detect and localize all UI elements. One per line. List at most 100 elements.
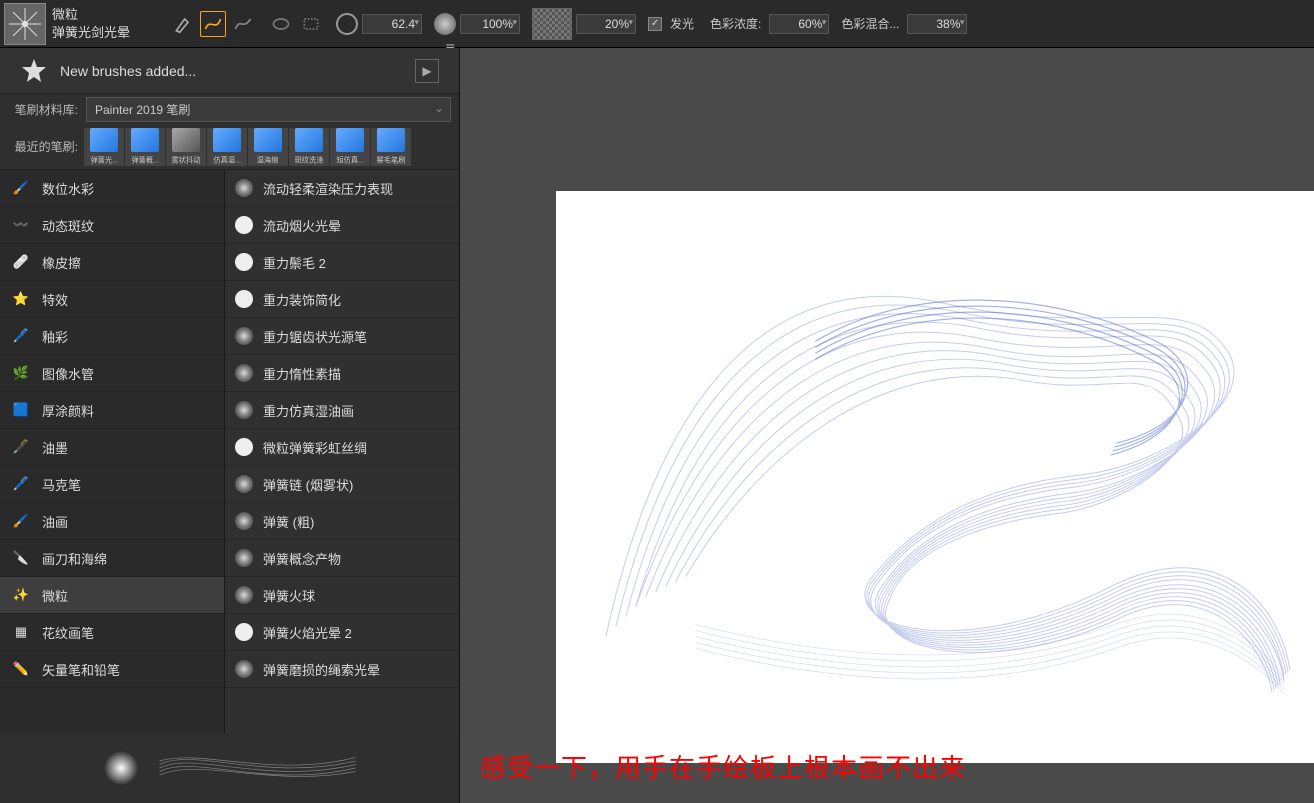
- grain-value-input[interactable]: 20%: [576, 14, 636, 34]
- brush-item[interactable]: 弹簧链 (烟雾状): [225, 466, 459, 503]
- rect-tool-icon[interactable]: [298, 11, 324, 37]
- category-label: 数位水彩: [42, 179, 94, 198]
- grain-texture-icon[interactable]: [532, 8, 572, 40]
- opacity-group: 100%: [434, 13, 520, 35]
- brush-dab-icon: [235, 475, 253, 493]
- recent-brush-thumb[interactable]: 短仿真...: [330, 128, 370, 166]
- color-intensity-input[interactable]: 60%: [769, 14, 829, 34]
- category-item[interactable]: 🖊️釉彩: [0, 318, 224, 355]
- category-label: 矢量笔和铅笔: [42, 660, 120, 679]
- glow-group: ✓ 发光: [648, 15, 698, 32]
- recent-brush-thumb[interactable]: 仿真湿...: [207, 128, 247, 166]
- brush-item[interactable]: 重力鬃毛 2: [225, 244, 459, 281]
- brush-label: 微粒弹簧彩虹丝绸: [263, 438, 367, 457]
- canvas-area: 感受一下，用手在手绘板上根本画不出来: [460, 48, 1314, 803]
- brush-item[interactable]: 弹簧 (粗): [225, 503, 459, 540]
- recent-brush-thumb[interactable]: 鬃毛笔刷: [371, 128, 411, 166]
- recent-brush-thumb[interactable]: 斑纹洗涤: [289, 128, 329, 166]
- category-label: 釉彩: [42, 327, 68, 346]
- panel-header: New brushes added... ▶: [0, 48, 459, 94]
- brush-label: 弹簧火球: [263, 586, 315, 605]
- category-item[interactable]: ✏️矢量笔和铅笔: [0, 651, 224, 688]
- color-intensity-group: 色彩浓度: 60%: [710, 14, 829, 34]
- brush-item[interactable]: 重力锯齿状光源笔: [225, 318, 459, 355]
- brush-item[interactable]: 重力仿真湿油画: [225, 392, 459, 429]
- brush-dab-icon: [235, 290, 253, 308]
- color-blend-input[interactable]: 38%: [907, 14, 967, 34]
- brush-dab-icon: [235, 623, 253, 641]
- size-group: 62.4: [336, 13, 422, 35]
- dab-mode-group: [170, 11, 256, 37]
- recent-brush-thumb[interactable]: 弹簧光...: [84, 128, 124, 166]
- top-toolbar: 微粒 弹簧光剑光晕 62.4 100% 20% ✓ 发光 色彩浓度: 60% 色…: [0, 0, 1314, 48]
- canvas[interactable]: [556, 191, 1314, 763]
- category-icon: 🖋️: [10, 436, 32, 458]
- library-select[interactable]: Painter 2019 笔刷: [86, 97, 451, 122]
- brush-label: 重力仿真湿油画: [263, 401, 354, 420]
- category-item[interactable]: 🔪画刀和海绵: [0, 540, 224, 577]
- stroke-freehand-icon[interactable]: [200, 11, 226, 37]
- category-icon: ⭐: [10, 288, 32, 310]
- brush-label: 流动轻柔渲染压力表现: [263, 179, 393, 198]
- color-blend-label: 色彩混合...: [841, 15, 899, 32]
- recent-brush-thumb[interactable]: 湿海绵: [248, 128, 288, 166]
- brush-list[interactable]: 流动轻柔渲染压力表现流动烟火光晕重力鬃毛 2 重力装饰简化重力锯齿状光源笔重力惰性…: [225, 170, 459, 733]
- stroke-line-icon[interactable]: [230, 11, 256, 37]
- brush-item[interactable]: 微粒弹簧彩虹丝绸: [225, 429, 459, 466]
- category-label: 图像水管: [42, 364, 94, 383]
- brush-dab-icon: [235, 364, 253, 382]
- category-item[interactable]: ⭐ 特效: [0, 281, 224, 318]
- category-icon: ✨: [10, 584, 32, 606]
- glow-label: 发光: [670, 15, 694, 32]
- category-item[interactable]: 🖌️油画: [0, 503, 224, 540]
- category-icon: 🖊️: [10, 473, 32, 495]
- color-blend-group: 色彩混合... 38%: [841, 14, 967, 34]
- category-label: 微粒: [42, 586, 68, 605]
- size-value-input[interactable]: 62.4: [362, 14, 422, 34]
- brush-item[interactable]: 弹簧火焰光晕 2: [225, 614, 459, 651]
- play-button[interactable]: ▶: [415, 59, 439, 83]
- size-outer-icon[interactable]: [336, 13, 358, 35]
- glow-checkbox[interactable]: ✓: [648, 17, 662, 31]
- dab-brush-icon[interactable]: [170, 11, 196, 37]
- recent-brush-thumb[interactable]: 弹簧概...: [125, 128, 165, 166]
- shape-group: [268, 11, 324, 37]
- brush-preview-thumb[interactable]: [4, 3, 46, 45]
- category-label: 油画: [42, 512, 68, 531]
- category-item[interactable]: 🌿图像水管: [0, 355, 224, 392]
- brush-item[interactable]: 弹簧概念产物: [225, 540, 459, 577]
- library-row: 笔刷材料库: Painter 2019 笔刷: [0, 94, 459, 124]
- brush-dab-icon: [235, 586, 253, 604]
- category-item[interactable]: 🖋️油墨: [0, 429, 224, 466]
- category-icon: 🔪: [10, 547, 32, 569]
- opacity-value-input[interactable]: 100%: [460, 14, 520, 34]
- ellipse-tool-icon[interactable]: [268, 11, 294, 37]
- category-label: 马克笔: [42, 475, 81, 494]
- brush-dab-icon: [235, 327, 253, 345]
- brush-item[interactable]: 流动轻柔渲染压力表现: [225, 170, 459, 207]
- category-item[interactable]: ▦花纹画笔: [0, 614, 224, 651]
- brush-name-label: 弹簧光剑光晕: [52, 24, 130, 42]
- category-item[interactable]: 🖌️数位水彩: [0, 170, 224, 207]
- category-item[interactable]: 🖊️ 马克笔: [0, 466, 224, 503]
- recent-row: 最近的笔刷: 弹簧光...弹簧概...雾状抖动仿真湿...湿海绵斑纹洗涤短仿真.…: [0, 124, 459, 170]
- brush-label: 弹簧概念产物: [263, 549, 341, 568]
- recent-brush-thumb[interactable]: 雾状抖动: [166, 128, 206, 166]
- category-label: 厚涂颜料: [42, 401, 94, 420]
- brush-item[interactable]: 流动烟火光晕: [225, 207, 459, 244]
- brush-label: 重力装饰简化: [263, 290, 341, 309]
- opacity-icon[interactable]: [434, 13, 456, 35]
- category-list[interactable]: 🖌️数位水彩〰️动态斑纹🩹橡皮擦 ⭐ 特效 🖊️釉彩🌿图像水管🟦厚涂颜料🖋️油墨 🖊️ 马…: [0, 170, 225, 733]
- category-item[interactable]: 〰️动态斑纹: [0, 207, 224, 244]
- brush-label: 重力锯齿状光源笔: [263, 327, 367, 346]
- brush-item[interactable]: 弹簧磨损的绳索光晕: [225, 651, 459, 688]
- category-item[interactable]: 🟦厚涂颜料: [0, 392, 224, 429]
- brush-dab-icon: [235, 660, 253, 678]
- category-item[interactable]: 🩹橡皮擦: [0, 244, 224, 281]
- brush-item[interactable]: 重力装饰简化: [225, 281, 459, 318]
- category-item[interactable]: ✨ 微粒: [0, 577, 224, 614]
- brush-item[interactable]: 弹簧火球: [225, 577, 459, 614]
- brush-item[interactable]: 重力惰性素描: [225, 355, 459, 392]
- color-intensity-label: 色彩浓度:: [710, 15, 761, 32]
- category-label: 特效: [42, 290, 68, 309]
